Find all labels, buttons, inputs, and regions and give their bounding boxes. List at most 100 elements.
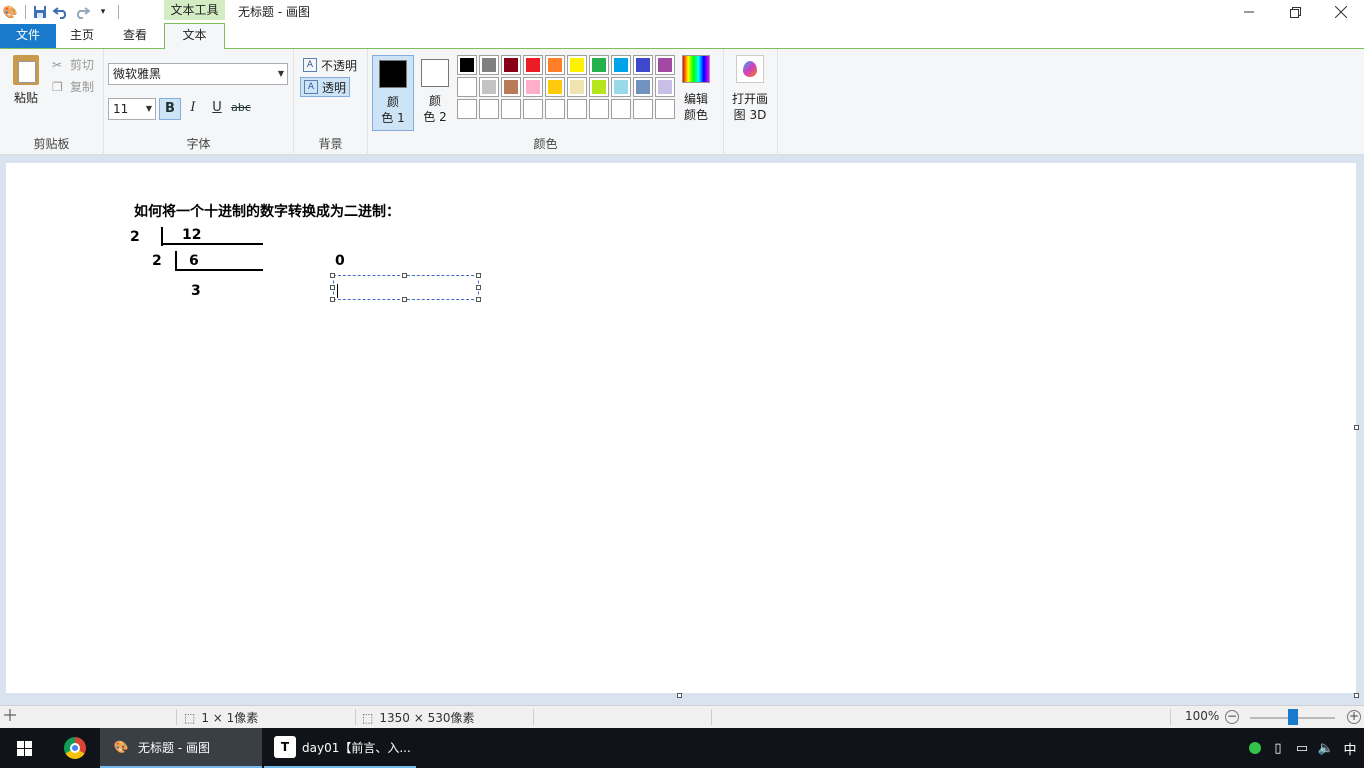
canvas-resize-handle-corner[interactable] [1354,693,1359,698]
status-divider [1170,709,1171,725]
opaque-button[interactable]: A 不透明 [300,55,360,75]
color2-button[interactable]: 颜 色 2 [414,55,456,131]
canvas-resize-handle-right[interactable] [1354,425,1359,430]
textbox-handle[interactable] [402,273,407,278]
paste-label: 粘贴 [13,91,38,105]
bold-button[interactable]: B [159,98,181,120]
palette-swatch[interactable] [457,99,477,119]
ime-indicator[interactable]: 中 [1340,728,1360,768]
palette-swatch[interactable] [567,55,587,75]
textbox-handle[interactable] [476,273,481,278]
color-spectrum-icon [682,55,710,83]
font-family-select[interactable]: 微软雅黑 ▼ [108,63,288,85]
qat-divider [25,5,26,19]
text-tools-context-label: 文本工具 [164,0,225,20]
zoom-slider-thumb[interactable] [1288,709,1298,725]
tab-file[interactable]: 文件 [0,24,56,48]
textbox-handle[interactable] [330,285,335,290]
palette-swatch[interactable] [633,99,653,119]
open-paint3d-button[interactable]: 打开画 图 3D [730,55,770,123]
textbox-handle[interactable] [330,297,335,302]
start-button[interactable] [0,728,48,768]
palette-swatch[interactable] [655,77,675,97]
textbox-handle[interactable] [476,285,481,290]
drawing-canvas[interactable]: 如何将一个十进制的数字转换成为二进制： 2 12 2 6 3 0 [6,163,1356,693]
qat-divider [118,5,119,19]
textbox-handle[interactable] [330,273,335,278]
palette-swatch[interactable] [501,99,521,119]
palette-swatch[interactable] [523,77,543,97]
color1-button[interactable]: 颜 色 1 [372,55,414,131]
palette-swatch[interactable] [567,99,587,119]
volume-icon[interactable]: 🔈 [1315,728,1337,768]
palette-swatch[interactable] [523,55,543,75]
close-button[interactable] [1318,0,1364,24]
restore-button[interactable] [1272,0,1318,24]
taskbar-typora[interactable]: T day01【前言、入... [264,728,416,768]
usb-device-icon[interactable]: ▯ [1268,728,1288,768]
quick-access-toolbar: 🎨 ▾ [0,0,123,24]
palette-swatch[interactable] [545,99,565,119]
palette-swatch[interactable] [611,77,631,97]
palette-swatch[interactable] [655,99,675,119]
textbox-handle[interactable] [402,297,407,302]
taskbar-chrome[interactable] [52,728,98,768]
copy-icon: ❐ [52,79,63,94]
zoom-in-button[interactable]: + [1347,710,1361,724]
italic-button[interactable]: I [182,98,204,120]
palette-swatch[interactable] [457,55,477,75]
network-app-tray-icon[interactable] [1245,728,1265,768]
underline-button[interactable]: U [206,98,228,120]
palette-swatch[interactable] [655,55,675,75]
palette-swatch[interactable] [501,77,521,97]
cut-button[interactable]: ✂ 剪切 [52,56,94,73]
save-icon[interactable] [30,2,50,22]
palette-swatch[interactable] [589,77,609,97]
canvas-resize-handle-bottom[interactable] [677,693,682,698]
network-icon[interactable]: ▭ [1291,728,1313,768]
minimize-button[interactable] [1226,0,1272,24]
canvas-size-text: 1350 × 530像素 [379,711,475,725]
paste-button[interactable]: 粘贴 [8,55,44,106]
textbox-handle[interactable] [476,297,481,302]
canvas-workspace[interactable]: 如何将一个十进制的数字转换成为二进制： 2 12 2 6 3 0 [0,155,1364,705]
palette-swatch[interactable] [457,77,477,97]
palette-swatch[interactable] [611,99,631,119]
transparent-button[interactable]: A 透明 [300,77,351,97]
strikethrough-button[interactable]: abc [230,98,252,120]
color1-label-line2: 色 1 [381,111,405,125]
chevron-down-icon: ▼ [145,104,152,113]
palette-swatch[interactable] [501,55,521,75]
customize-qat-icon[interactable]: ▾ [93,2,113,22]
tab-text[interactable]: 文本 [164,23,225,49]
tab-home[interactable]: 主页 [60,24,104,48]
palette-swatch[interactable] [567,77,587,97]
tab-view[interactable]: 查看 [112,24,158,48]
palette-swatch[interactable] [589,55,609,75]
font-size-select[interactable]: 11 ▼ [108,98,156,120]
palette-swatch[interactable] [479,55,499,75]
cut-label: 剪切 [70,58,95,72]
taskbar-paint[interactable]: 🎨 无标题 - 画图 [100,728,262,768]
palette-swatch[interactable] [545,55,565,75]
edit-colors-button[interactable]: 编辑 颜色 [678,55,714,123]
zoom-out-button[interactable]: − [1225,710,1239,724]
division-bracket-2 [175,251,177,271]
palette-swatch[interactable] [633,77,653,97]
dividend-1-text: 12 [182,227,202,243]
opaque-label: 不透明 [321,58,358,73]
copy-button[interactable]: ❐ 复制 [52,78,94,95]
palette-swatch[interactable] [633,55,653,75]
palette-swatch[interactable] [523,99,543,119]
paint-app-icon[interactable]: 🎨 [0,2,20,22]
palette-swatch[interactable] [611,55,631,75]
palette-swatch[interactable] [479,77,499,97]
palette-swatch[interactable] [545,77,565,97]
dividend-2-text: 6 [189,253,199,269]
clipboard-group: 粘贴 ✂ 剪切 ❐ 复制 剪贴板 [0,49,104,155]
palette-swatch[interactable] [589,99,609,119]
redo-icon[interactable] [72,2,92,22]
palette-swatch[interactable] [479,99,499,119]
color1-label-line1: 颜 [386,95,399,109]
undo-icon[interactable] [51,2,71,22]
